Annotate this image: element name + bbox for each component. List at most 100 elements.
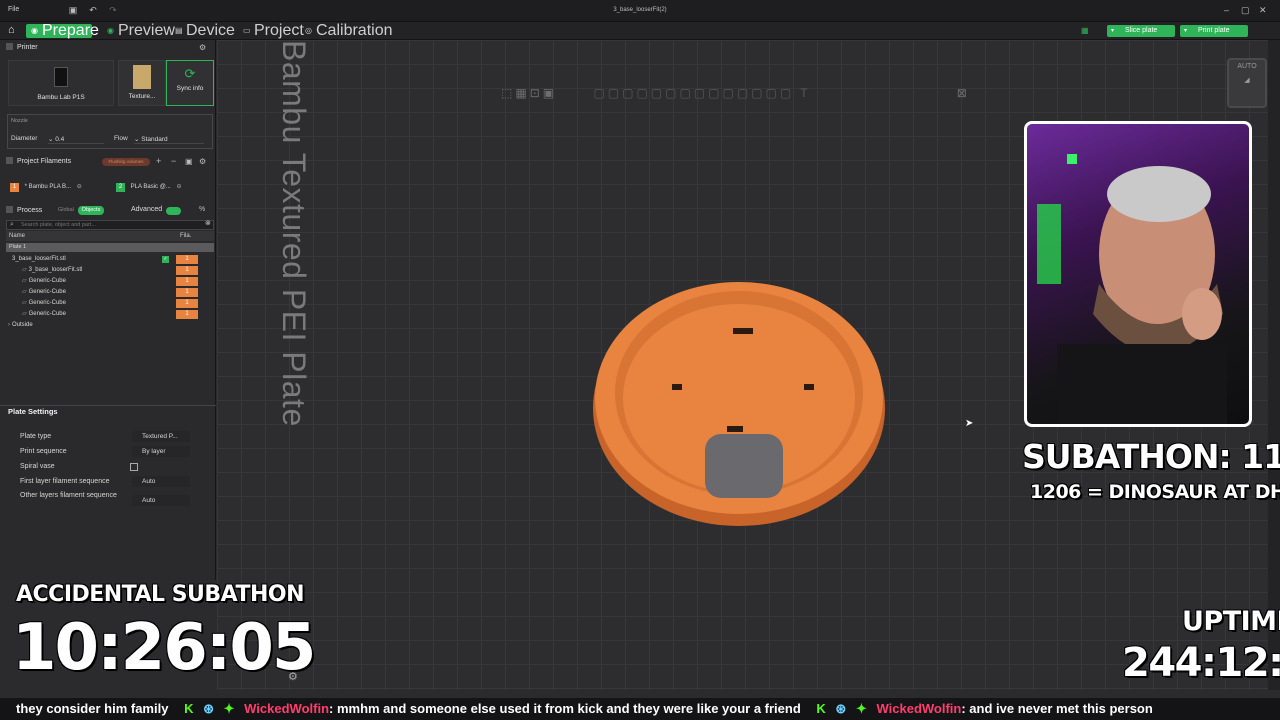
- tab-device-label: Device: [186, 22, 235, 39]
- tab-project-label: Project: [254, 22, 304, 39]
- spiral-vase-label: Spiral vase: [20, 463, 55, 470]
- maximize-icon[interactable]: ▢: [1241, 5, 1250, 16]
- tab-calibration[interactable]: ◎ Calibration: [300, 23, 398, 39]
- filament-item-1[interactable]: 1 * Bambu PLA B... ⊖: [10, 181, 82, 193]
- edit-icon[interactable]: ▣: [185, 157, 193, 166]
- filament-color-chip: 1: [10, 183, 19, 192]
- close-icon[interactable]: ✕: [1259, 5, 1267, 16]
- tree-item-label: Generic-Cube: [28, 300, 66, 306]
- calibration-icon: ◎: [305, 26, 312, 35]
- badge-icon: ⊛: [835, 701, 847, 716]
- settings-icon: ⚙: [288, 671, 298, 683]
- object-search-input[interactable]: ⌕ Search plate, object and part... ⊗: [6, 220, 214, 230]
- device-icon: ▤: [175, 26, 183, 35]
- diameter-select[interactable]: ⌄ 0.4: [48, 135, 104, 144]
- other-layers-sequence-label: Other layers filament sequence: [20, 492, 117, 499]
- clear-search-icon[interactable]: ⊗: [205, 220, 211, 228]
- add-object-icon[interactable]: ⬚: [501, 86, 515, 100]
- cube-icon: ▱: [22, 289, 27, 295]
- filament-item-2[interactable]: 2 PLA Basic @... ⊖: [116, 181, 181, 193]
- spiral-vase-checkbox[interactable]: [130, 463, 138, 471]
- objects-toggle[interactable]: Objects: [78, 206, 104, 215]
- project-icon: ▭: [243, 26, 251, 35]
- ticker-message: they consider him family: [16, 701, 169, 716]
- slice-all-icon[interactable]: ▦: [1081, 26, 1089, 35]
- view-cube[interactable]: AUTO ◢: [1227, 58, 1267, 108]
- print-plate-button[interactable]: ▾ Print plate: [1180, 25, 1248, 37]
- tree-item-label: 3_base_looserFit.stl: [12, 256, 66, 262]
- fila-badge[interactable]: 1: [176, 288, 198, 297]
- kick-icon: K: [816, 701, 826, 716]
- tab-prepare[interactable]: ◉ Prepare: [26, 23, 99, 39]
- nozzle-box: Nozzle Diameter ⌄ 0.4 Flow ⌄ Standard: [7, 114, 213, 149]
- part-icon: ▱: [22, 267, 27, 273]
- process-icon: [6, 206, 13, 213]
- plate-row[interactable]: Plate 1: [6, 243, 214, 252]
- filament-settings-icon[interactable]: ⚙: [199, 157, 206, 166]
- fila-badge[interactable]: 1: [176, 266, 198, 275]
- sparkle-icon: ✦: [223, 701, 235, 716]
- print-sequence-label: Print sequence: [20, 448, 67, 455]
- tab-device[interactable]: ▤ Device: [170, 22, 241, 39]
- dinosaur-goal: 1206 = DINOSAUR AT DH: [1030, 481, 1280, 503]
- plate-type-select[interactable]: Textured P...: [132, 431, 190, 442]
- nozzle-heading: Nozzle: [11, 118, 28, 124]
- fila-badge[interactable]: 1: [176, 310, 198, 319]
- tab-preview-label: Preview: [118, 22, 175, 39]
- arrange-icon[interactable]: ▣: [543, 86, 557, 100]
- first-layer-sequence-select[interactable]: Auto: [132, 476, 190, 487]
- printer-name: Bambu Lab P1S: [37, 94, 85, 101]
- subathon-timer: 10:26:05: [12, 611, 316, 685]
- other-layers-sequence-select[interactable]: Auto: [132, 495, 190, 506]
- print-sequence-select[interactable]: By layer: [132, 446, 190, 457]
- grid-icon[interactable]: ▦: [515, 86, 529, 100]
- flow-select[interactable]: ⌄ Standard: [134, 135, 204, 144]
- viewport-toolbar[interactable]: ⬚▦⊡▣ ▢▢▢▢▢▢▢▢▢▢▢▢▢▢ T ⊠: [501, 86, 970, 100]
- plate-type-label: Plate type: [20, 433, 52, 440]
- remove-icon[interactable]: −: [171, 156, 176, 166]
- orient-icon[interactable]: ⊡: [530, 86, 543, 100]
- gear-icon[interactable]: ⚙: [199, 43, 206, 52]
- tools-icon[interactable]: ▢▢▢▢▢▢▢▢▢▢▢▢▢▢: [593, 86, 794, 100]
- layout-icon[interactable]: ⊠: [957, 86, 970, 100]
- fila-badge[interactable]: 1: [176, 255, 198, 264]
- advanced-switch[interactable]: [166, 207, 181, 215]
- text-tool-icon[interactable]: T: [800, 86, 810, 100]
- fila-badge[interactable]: 1: [176, 277, 198, 286]
- global-toggle[interactable]: Global: [58, 207, 74, 213]
- name-column-header: Name: [9, 233, 26, 239]
- printer-icon: [6, 43, 13, 50]
- fila-column-header: Fila.: [180, 233, 192, 239]
- remove-filament-icon[interactable]: ⊖: [77, 184, 82, 190]
- uptime-label: UPTIME: [1182, 606, 1280, 637]
- ticker-message: : and ive never met this person: [961, 701, 1153, 716]
- home-icon[interactable]: ⌂: [8, 24, 20, 36]
- model-render[interactable]: [577, 260, 897, 580]
- printer-section-title: Printer: [17, 44, 38, 51]
- minimize-icon[interactable]: –: [1224, 5, 1229, 15]
- search-icon: ⌕: [10, 221, 14, 228]
- cube-icon: ▱: [22, 300, 27, 306]
- flushing-volumes-button[interactable]: Flushing volumes: [102, 158, 150, 166]
- cube-icon: ▱: [22, 311, 27, 317]
- object-list-header: Name Fila.: [6, 231, 214, 241]
- tree-item-outside[interactable]: › Outside: [8, 320, 202, 331]
- slice-plate-button[interactable]: ▾ Slice plate: [1107, 25, 1175, 37]
- fila-badge[interactable]: 1: [176, 299, 198, 308]
- remove-filament-icon[interactable]: ⊖: [176, 184, 181, 190]
- printer-card[interactable]: Bambu Lab P1S: [8, 60, 114, 106]
- sync-info-button[interactable]: ⟳ Sync info: [166, 60, 214, 106]
- filaments-section-header: Project Filaments: [6, 156, 71, 168]
- tree-item-label: 3_base_looserFit.stl: [28, 267, 83, 273]
- diameter-label: Diameter: [11, 135, 38, 142]
- sync-label: Sync info: [176, 85, 204, 92]
- plate-label: Bambu Textured PEI Plate: [276, 40, 312, 427]
- uptime-value: 244:12:18: [1122, 640, 1280, 686]
- add-icon[interactable]: +: [156, 156, 161, 166]
- ticker-username: WickedWolfin: [876, 701, 962, 716]
- right-scroll-area[interactable]: [1268, 40, 1280, 690]
- filament-color-chip: 2: [116, 183, 125, 192]
- percent-icon[interactable]: %: [199, 206, 205, 213]
- plate-card[interactable]: Texture...: [118, 60, 166, 106]
- webcam-person: [1037, 154, 1227, 424]
